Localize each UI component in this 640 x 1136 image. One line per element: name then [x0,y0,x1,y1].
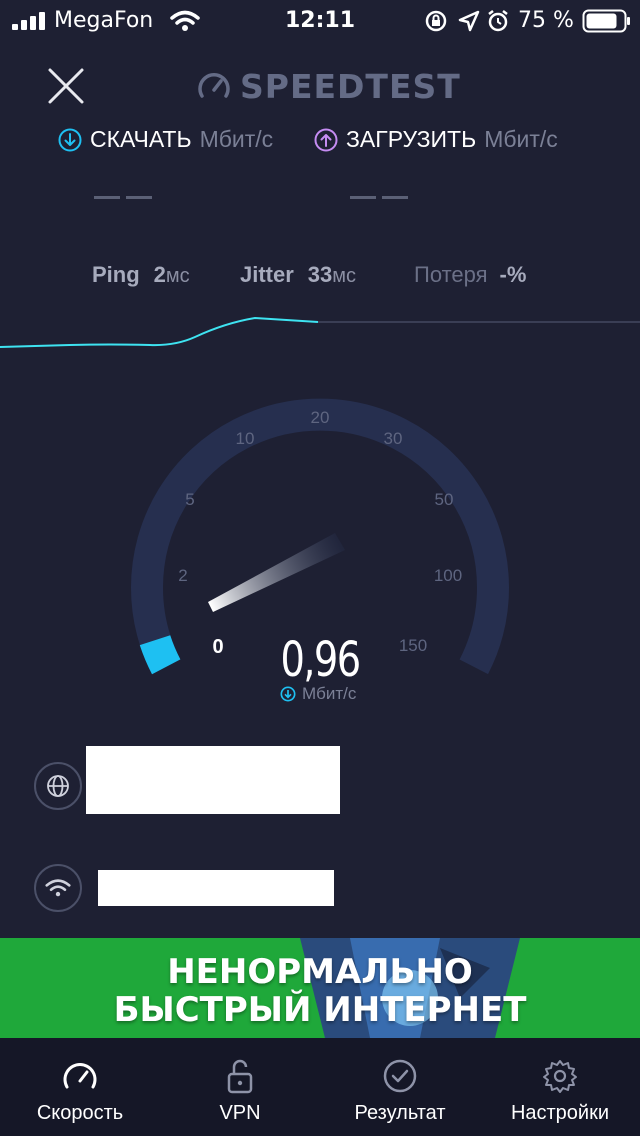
gauge-tick-label: 30 [383,429,403,448]
status-bar: MegaFon 12:11 75 % [0,0,640,40]
globe-icon [34,762,82,810]
tab-settings[interactable]: Настройки [480,1038,640,1136]
tab-settings-label: Настройки [510,1102,610,1124]
ad-banner[interactable]: НЕНОРМАЛЬНО БЫСТРЫЙ ИНТЕРНЕТ [0,938,640,1038]
ping-metric: Ping 2мс [92,262,190,288]
ping-label: Ping [92,262,140,287]
loss-metric: Потеря -% [414,262,526,288]
loss-value: -% [499,262,527,287]
upload-value-placeholder [350,196,408,200]
upload-arrow-icon [314,128,338,151]
tab-speed-label: Скорость [36,1102,124,1124]
close-button[interactable] [44,64,88,108]
location-icon [458,10,480,32]
redacted-network-name [98,870,334,906]
alarm-icon [488,10,508,32]
download-arrow-icon [58,128,82,151]
jitter-value: 33 [307,262,333,287]
jitter-label: Jitter [240,262,294,287]
ping-unit: мс [165,265,190,287]
speed-graph [0,316,640,348]
gauge-tick-label: 10 [235,429,255,448]
tab-vpn-label: VPN [219,1102,261,1124]
unlock-icon [227,1059,253,1094]
tab-bar: Скорость VPN Результат Настройки [0,1038,640,1136]
current-speed-unit: Мбит/с [280,684,356,704]
battery-percentage: 75 % [518,8,574,33]
battery-icon [582,9,630,33]
upload-label: ЗАГРУЗИТЬ [346,126,477,152]
jitter-unit: мс [332,265,357,287]
gauge-tick-label: 20 [310,408,330,427]
banner-line-2: БЫСТРЫЙ ИНТЕРНЕТ [113,990,527,1030]
speedometer-icon [63,1063,97,1089]
upload-header: ЗАГРУЗИТЬ Мбит/с [314,126,558,153]
gauge-tick-label: 100 [433,566,463,585]
gauge-track [131,398,509,675]
redacted-provider-name [86,746,340,814]
download-header: СКАЧАТЬ Мбит/с [58,126,273,153]
ping-value: 2 [153,262,166,287]
tab-speed[interactable]: Скорость [0,1038,160,1136]
orientation-lock-icon [425,10,447,32]
gauge-tick-label: 50 [434,490,454,509]
download-unit: Мбит/с [199,126,274,152]
download-small-icon [280,686,296,702]
jitter-metric: Jitter 33мс [240,262,356,288]
tab-vpn[interactable]: VPN [160,1038,320,1136]
provider-row [34,746,634,814]
check-circle-icon [383,1059,417,1093]
loss-label: Потеря [414,262,488,287]
speedometer-logo-icon [198,73,230,98]
tab-results-label: Результат [354,1102,446,1124]
brand-name: SPEEDTEST [240,66,461,106]
wifi-row [34,864,634,912]
speedtest-logo: SPEEDTEST [196,64,461,108]
speed-unit-label: Мбит/с [302,684,357,703]
gear-icon [543,1060,577,1093]
banner-line-1: НЕНОРМАЛЬНО [167,952,473,992]
tab-results[interactable]: Результат [320,1038,480,1136]
download-label: СКАЧАТЬ [90,126,192,152]
gauge-needle [208,533,345,612]
wifi-network-icon [34,864,82,912]
gauge-tick-label: 5 [185,490,195,509]
current-speed-value: 0,96 [280,632,361,688]
download-value-placeholder [94,196,152,200]
upload-unit: Мбит/с [484,126,558,152]
gauge-tick-label: 2 [178,566,188,585]
